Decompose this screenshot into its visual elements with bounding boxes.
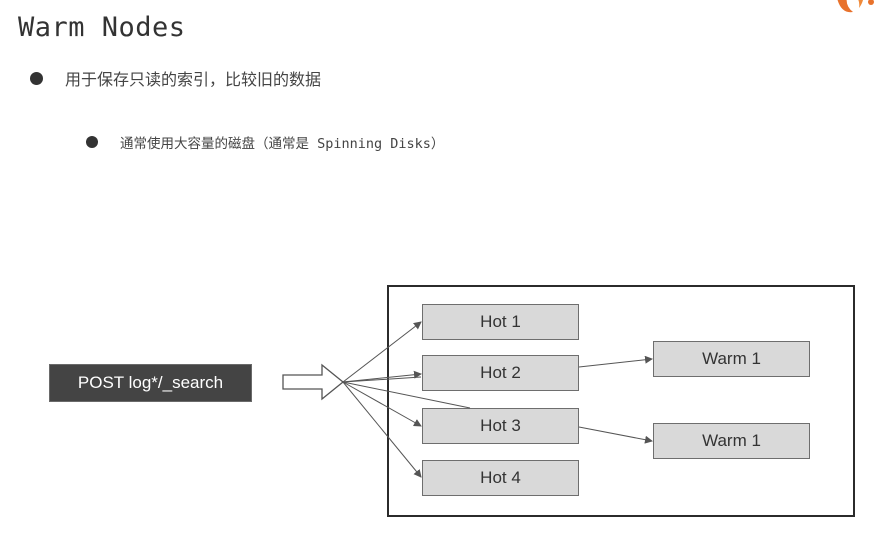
bullet-text: 通常使用大容量的磁盘（通常是 Spinning Disks） bbox=[120, 136, 445, 152]
warm-node-1: Warm 1 bbox=[653, 341, 810, 377]
slide-title: Warm Nodes bbox=[18, 12, 186, 43]
hot-node-1: Hot 1 bbox=[422, 304, 579, 340]
bullet-item-2: 通常使用大容量的磁盘（通常是 Spinning Disks） bbox=[86, 132, 444, 152]
bullet-icon bbox=[86, 136, 98, 148]
hot-node-4: Hot 4 bbox=[422, 460, 579, 496]
hot-node-2: Hot 2 bbox=[422, 355, 579, 391]
bullet-text: 用于保存只读的索引，比较旧的数据 bbox=[65, 70, 322, 89]
search-request-box: POST log*/_search bbox=[49, 364, 252, 402]
bullet-icon bbox=[30, 71, 43, 85]
logo-icon bbox=[837, 0, 874, 13]
bullet-item-1: 用于保存只读的索引，比较旧的数据 bbox=[30, 66, 321, 90]
warm-node-2: Warm 1 bbox=[653, 423, 810, 459]
request-arrow-icon bbox=[282, 363, 345, 401]
hot-node-3: Hot 3 bbox=[422, 408, 579, 444]
